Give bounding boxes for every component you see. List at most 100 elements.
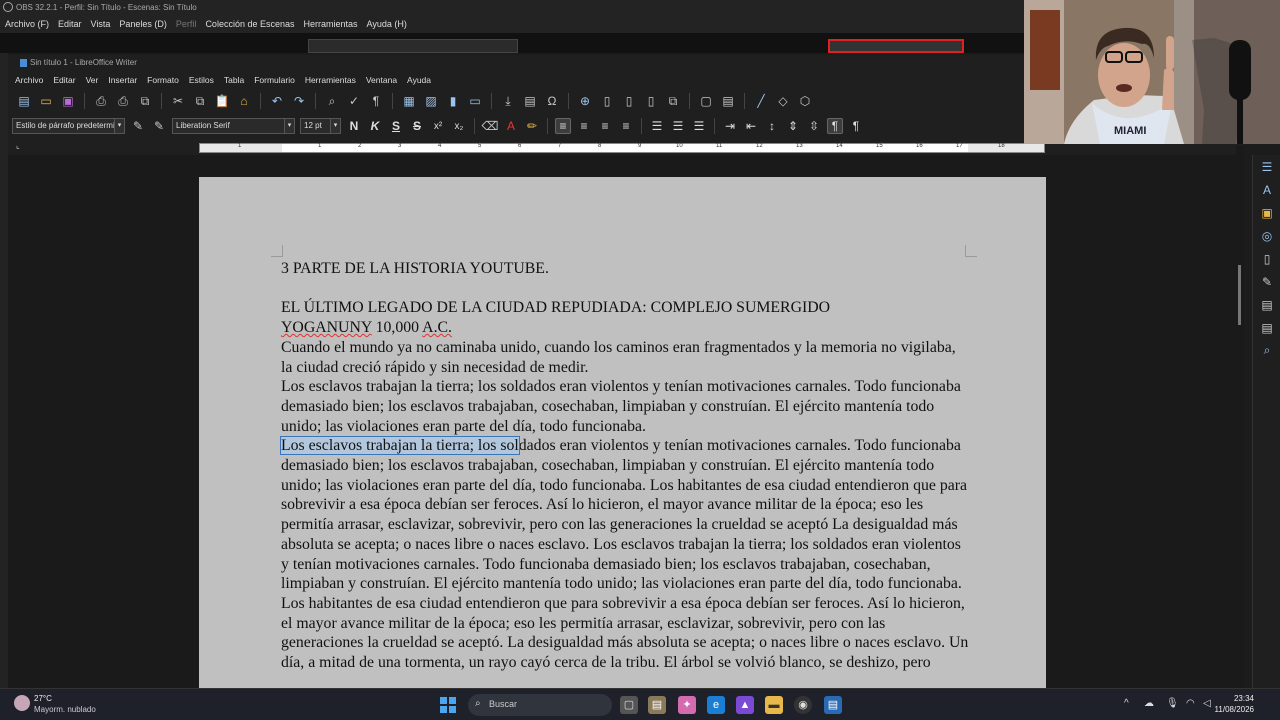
- design-icon[interactable]: ▤: [1253, 316, 1280, 339]
- basic-shapes-icon[interactable]: ◇: [775, 93, 791, 109]
- find-replace-icon[interactable]: ⌕: [324, 93, 340, 109]
- navigator-icon[interactable]: ◎: [1253, 224, 1280, 247]
- clone-formatting-icon[interactable]: ⌂: [236, 93, 252, 109]
- left-to-right-icon[interactable]: ¶: [827, 118, 843, 134]
- update-style-icon[interactable]: ✎: [130, 118, 146, 134]
- outline-list-icon[interactable]: ☰: [691, 119, 707, 133]
- menu-formato[interactable]: Formato: [147, 75, 179, 85]
- insert-table-icon[interactable]: ▦: [401, 93, 417, 109]
- spacing-icon[interactable]: ⇳: [806, 119, 822, 133]
- insert-field-icon[interactable]: ▤: [522, 93, 538, 109]
- styles-icon[interactable]: A: [1253, 178, 1280, 201]
- spelling-icon[interactable]: ✓: [346, 93, 362, 109]
- find-icon[interactable]: ⌕: [1253, 339, 1280, 362]
- decrease-indent-icon[interactable]: ⇤: [743, 119, 759, 133]
- system-clock[interactable]: 23:34 11/08/2026: [1215, 693, 1254, 715]
- page-icon[interactable]: ▯: [1253, 247, 1280, 270]
- font-size-select[interactable]: 12 pt ▾: [300, 118, 341, 134]
- obs-menu-coleccion[interactable]: Colección de Escenas: [205, 19, 294, 29]
- horizontal-ruler[interactable]: 1 1 2 3 4 5 6 7 8 9 10 11 12 13 14 15 16…: [199, 143, 1045, 153]
- font-color-icon[interactable]: A: [503, 118, 519, 134]
- obs-menu-vista[interactable]: Vista: [91, 19, 111, 29]
- bullet-list-icon[interactable]: ☰: [649, 119, 665, 133]
- microphone-icon[interactable]: 🎙: [1166, 698, 1179, 709]
- obs-source-selection[interactable]: [828, 39, 964, 53]
- menu-ventana[interactable]: Ventana: [366, 75, 397, 85]
- tray-chevron-icon[interactable]: ^: [1124, 698, 1129, 709]
- writer-taskbar-icon[interactable]: ▤: [824, 696, 842, 714]
- paste-icon[interactable]: 📋: [214, 93, 230, 109]
- bookmark-icon[interactable]: ▯: [643, 93, 659, 109]
- paragraph-style-select[interactable]: Estilo de párrafo predetermi ▾: [12, 118, 125, 134]
- align-left-icon[interactable]: ≡: [555, 118, 571, 134]
- tab-stop-selector[interactable]: ⌞: [16, 141, 20, 150]
- document-canvas[interactable]: 3 PARTE DE LA HISTORIA YOUTUBE. EL ÚLTIM…: [8, 155, 1244, 688]
- endnote-icon[interactable]: ▯: [621, 93, 637, 109]
- save-icon[interactable]: ▣: [60, 93, 76, 109]
- edge-icon[interactable]: e: [707, 696, 725, 714]
- insert-image-icon[interactable]: ▨: [423, 93, 439, 109]
- underline-button[interactable]: S: [388, 119, 404, 133]
- open-icon[interactable]: ▭: [38, 93, 54, 109]
- vertical-scrollbar[interactable]: [1236, 145, 1244, 688]
- undo-icon[interactable]: ↶: [269, 93, 285, 109]
- track-changes-icon[interactable]: ▤: [720, 93, 736, 109]
- export-pdf-icon[interactable]: ⎙: [93, 93, 109, 109]
- taskbar-search[interactable]: ⌕ Buscar: [468, 694, 612, 716]
- insert-chart-icon[interactable]: ▮: [445, 93, 461, 109]
- obs-menu-archivo[interactable]: Archivo (F): [5, 19, 49, 29]
- font-name-select[interactable]: Liberation Serif ▾: [172, 118, 295, 134]
- cross-reference-icon[interactable]: ⧉: [665, 93, 681, 109]
- properties-icon[interactable]: ☰: [1253, 155, 1280, 178]
- obs-menu-perfil[interactable]: Perfil: [176, 19, 197, 29]
- special-character-icon[interactable]: Ω: [544, 93, 560, 109]
- menu-ver[interactable]: Ver: [86, 75, 99, 85]
- menu-editar[interactable]: Editar: [53, 75, 75, 85]
- clear-formatting-icon[interactable]: ⌫: [482, 118, 499, 134]
- app-icon[interactable]: ▲: [736, 696, 754, 714]
- obs-menu-editar[interactable]: Editar: [58, 19, 82, 29]
- new-style-icon[interactable]: ✎: [151, 118, 167, 134]
- paragraph-spacing-icon[interactable]: ⇕: [785, 119, 801, 133]
- misspelled-word[interactable]: A.C.: [422, 319, 452, 336]
- formatting-marks-icon[interactable]: ¶: [368, 93, 384, 109]
- menu-ayuda[interactable]: Ayuda: [407, 75, 431, 85]
- highlighting-icon[interactable]: ✏: [524, 118, 540, 134]
- wifi-icon[interactable]: ◠: [1186, 698, 1195, 709]
- page-break-icon[interactable]: ⤓: [500, 93, 516, 109]
- menu-tabla[interactable]: Tabla: [224, 75, 244, 85]
- style-inspector-icon[interactable]: ✎: [1253, 270, 1280, 293]
- insert-line-icon[interactable]: ╱: [753, 93, 769, 109]
- menu-herramientas[interactable]: Herramientas: [305, 75, 356, 85]
- italic-button[interactable]: K: [367, 119, 383, 133]
- obs-menu-ayuda[interactable]: Ayuda (H): [367, 19, 407, 29]
- hyperlink-icon[interactable]: ⊕: [577, 93, 593, 109]
- redo-icon[interactable]: ↷: [291, 93, 307, 109]
- document-page[interactable]: 3 PARTE DE LA HISTORIA YOUTUBE. EL ÚLTIM…: [199, 177, 1046, 688]
- line-spacing-icon[interactable]: ↕: [764, 119, 780, 133]
- obs-icon[interactable]: ◉: [794, 696, 812, 714]
- menu-archivo[interactable]: Archivo: [15, 75, 43, 85]
- obs-menu-herramientas[interactable]: Herramientas: [304, 19, 358, 29]
- numbered-list-icon[interactable]: ☰: [670, 119, 686, 133]
- print-preview-icon[interactable]: ⧉: [137, 93, 153, 109]
- copilot-icon[interactable]: ✦: [678, 696, 696, 714]
- task-view-icon[interactable]: ▢: [620, 696, 638, 714]
- increase-indent-icon[interactable]: ⇥: [722, 119, 738, 133]
- gallery-icon[interactable]: ▣: [1253, 201, 1280, 224]
- file-explorer-icon[interactable]: ▬: [765, 696, 783, 714]
- print-icon[interactable]: ⎙: [115, 93, 131, 109]
- menu-formulario[interactable]: Formulario: [254, 75, 295, 85]
- manage-changes-icon[interactable]: ▤: [1253, 293, 1280, 316]
- menu-estilos[interactable]: Estilos: [189, 75, 214, 85]
- insert-textbox-icon[interactable]: ▭: [467, 93, 483, 109]
- volume-icon[interactable]: ◁: [1203, 698, 1211, 709]
- cut-icon[interactable]: ✂: [170, 93, 186, 109]
- right-to-left-icon[interactable]: ¶: [848, 119, 864, 133]
- document-body[interactable]: 3 PARTE DE LA HISTORIA YOUTUBE. EL ÚLTIM…: [280, 259, 971, 673]
- store-icon[interactable]: ▤: [648, 696, 666, 714]
- footnote-icon[interactable]: ▯: [599, 93, 615, 109]
- cloud-icon[interactable]: ☁: [1144, 698, 1154, 709]
- start-button[interactable]: [440, 697, 456, 713]
- selected-text[interactable]: Los esclavos trabajan la tierra; los sol: [280, 436, 520, 456]
